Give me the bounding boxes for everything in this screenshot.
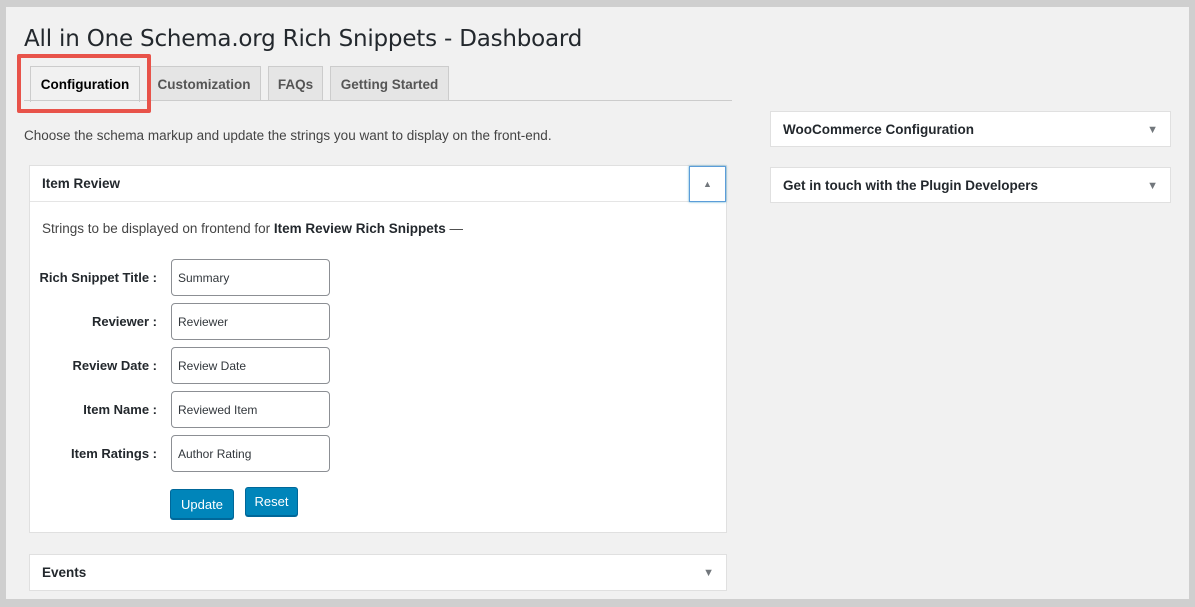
item-review-panel: Item Review ▲ Strings to be displayed on…	[29, 165, 727, 533]
item-review-description: Strings to be displayed on frontend for …	[42, 221, 463, 236]
tabs-divider	[24, 100, 732, 101]
reviewer-input[interactable]	[171, 303, 330, 340]
update-button[interactable]: Update	[170, 489, 234, 519]
woocommerce-config-title: WooCommerce Configuration	[783, 122, 975, 137]
tab-getting-started[interactable]: Getting Started	[330, 66, 449, 101]
rich-snippet-title-label: Rich Snippet Title :	[39, 270, 158, 285]
rich-snippet-title-input[interactable]	[171, 259, 330, 296]
tab-customization[interactable]: Customization	[147, 66, 261, 101]
woocommerce-config-panel[interactable]: WooCommerce Configuration ▼	[770, 111, 1171, 147]
contact-developers-panel[interactable]: Get in touch with the Plugin Developers …	[770, 167, 1171, 203]
tab-faqs[interactable]: FAQs	[268, 66, 323, 101]
review-date-label: Review Date :	[72, 358, 157, 373]
item-ratings-input[interactable]	[171, 435, 330, 472]
review-date-input[interactable]	[171, 347, 330, 384]
collapse-toggle-button[interactable]: ▲	[689, 166, 726, 202]
item-name-label: Item Name :	[83, 402, 157, 417]
intro-text: Choose the schema markup and update the …	[24, 128, 552, 143]
triangle-down-icon[interactable]: ▼	[1147, 180, 1158, 192]
item-review-header[interactable]: Item Review ▲	[30, 166, 726, 202]
events-panel[interactable]: Events ▼	[29, 554, 727, 591]
events-title: Events	[42, 565, 87, 580]
triangle-down-icon[interactable]: ▼	[1147, 124, 1158, 136]
tab-configuration[interactable]: Configuration	[30, 66, 140, 102]
page-title: All in One Schema.org Rich Snippets - Da…	[24, 26, 583, 52]
item-ratings-label: Item Ratings :	[71, 446, 157, 461]
item-review-title: Item Review	[42, 176, 121, 191]
triangle-down-icon[interactable]: ▼	[703, 567, 714, 579]
reset-button[interactable]: Reset	[245, 487, 298, 516]
reviewer-label: Reviewer :	[91, 314, 157, 329]
triangle-up-icon: ▲	[703, 179, 712, 189]
dashboard-frame: All in One Schema.org Rich Snippets - Da…	[6, 7, 1189, 599]
contact-developers-title: Get in touch with the Plugin Developers	[783, 178, 1039, 193]
desc-bold: Item Review Rich Snippets	[273, 221, 446, 236]
item-name-input[interactable]	[171, 391, 330, 428]
